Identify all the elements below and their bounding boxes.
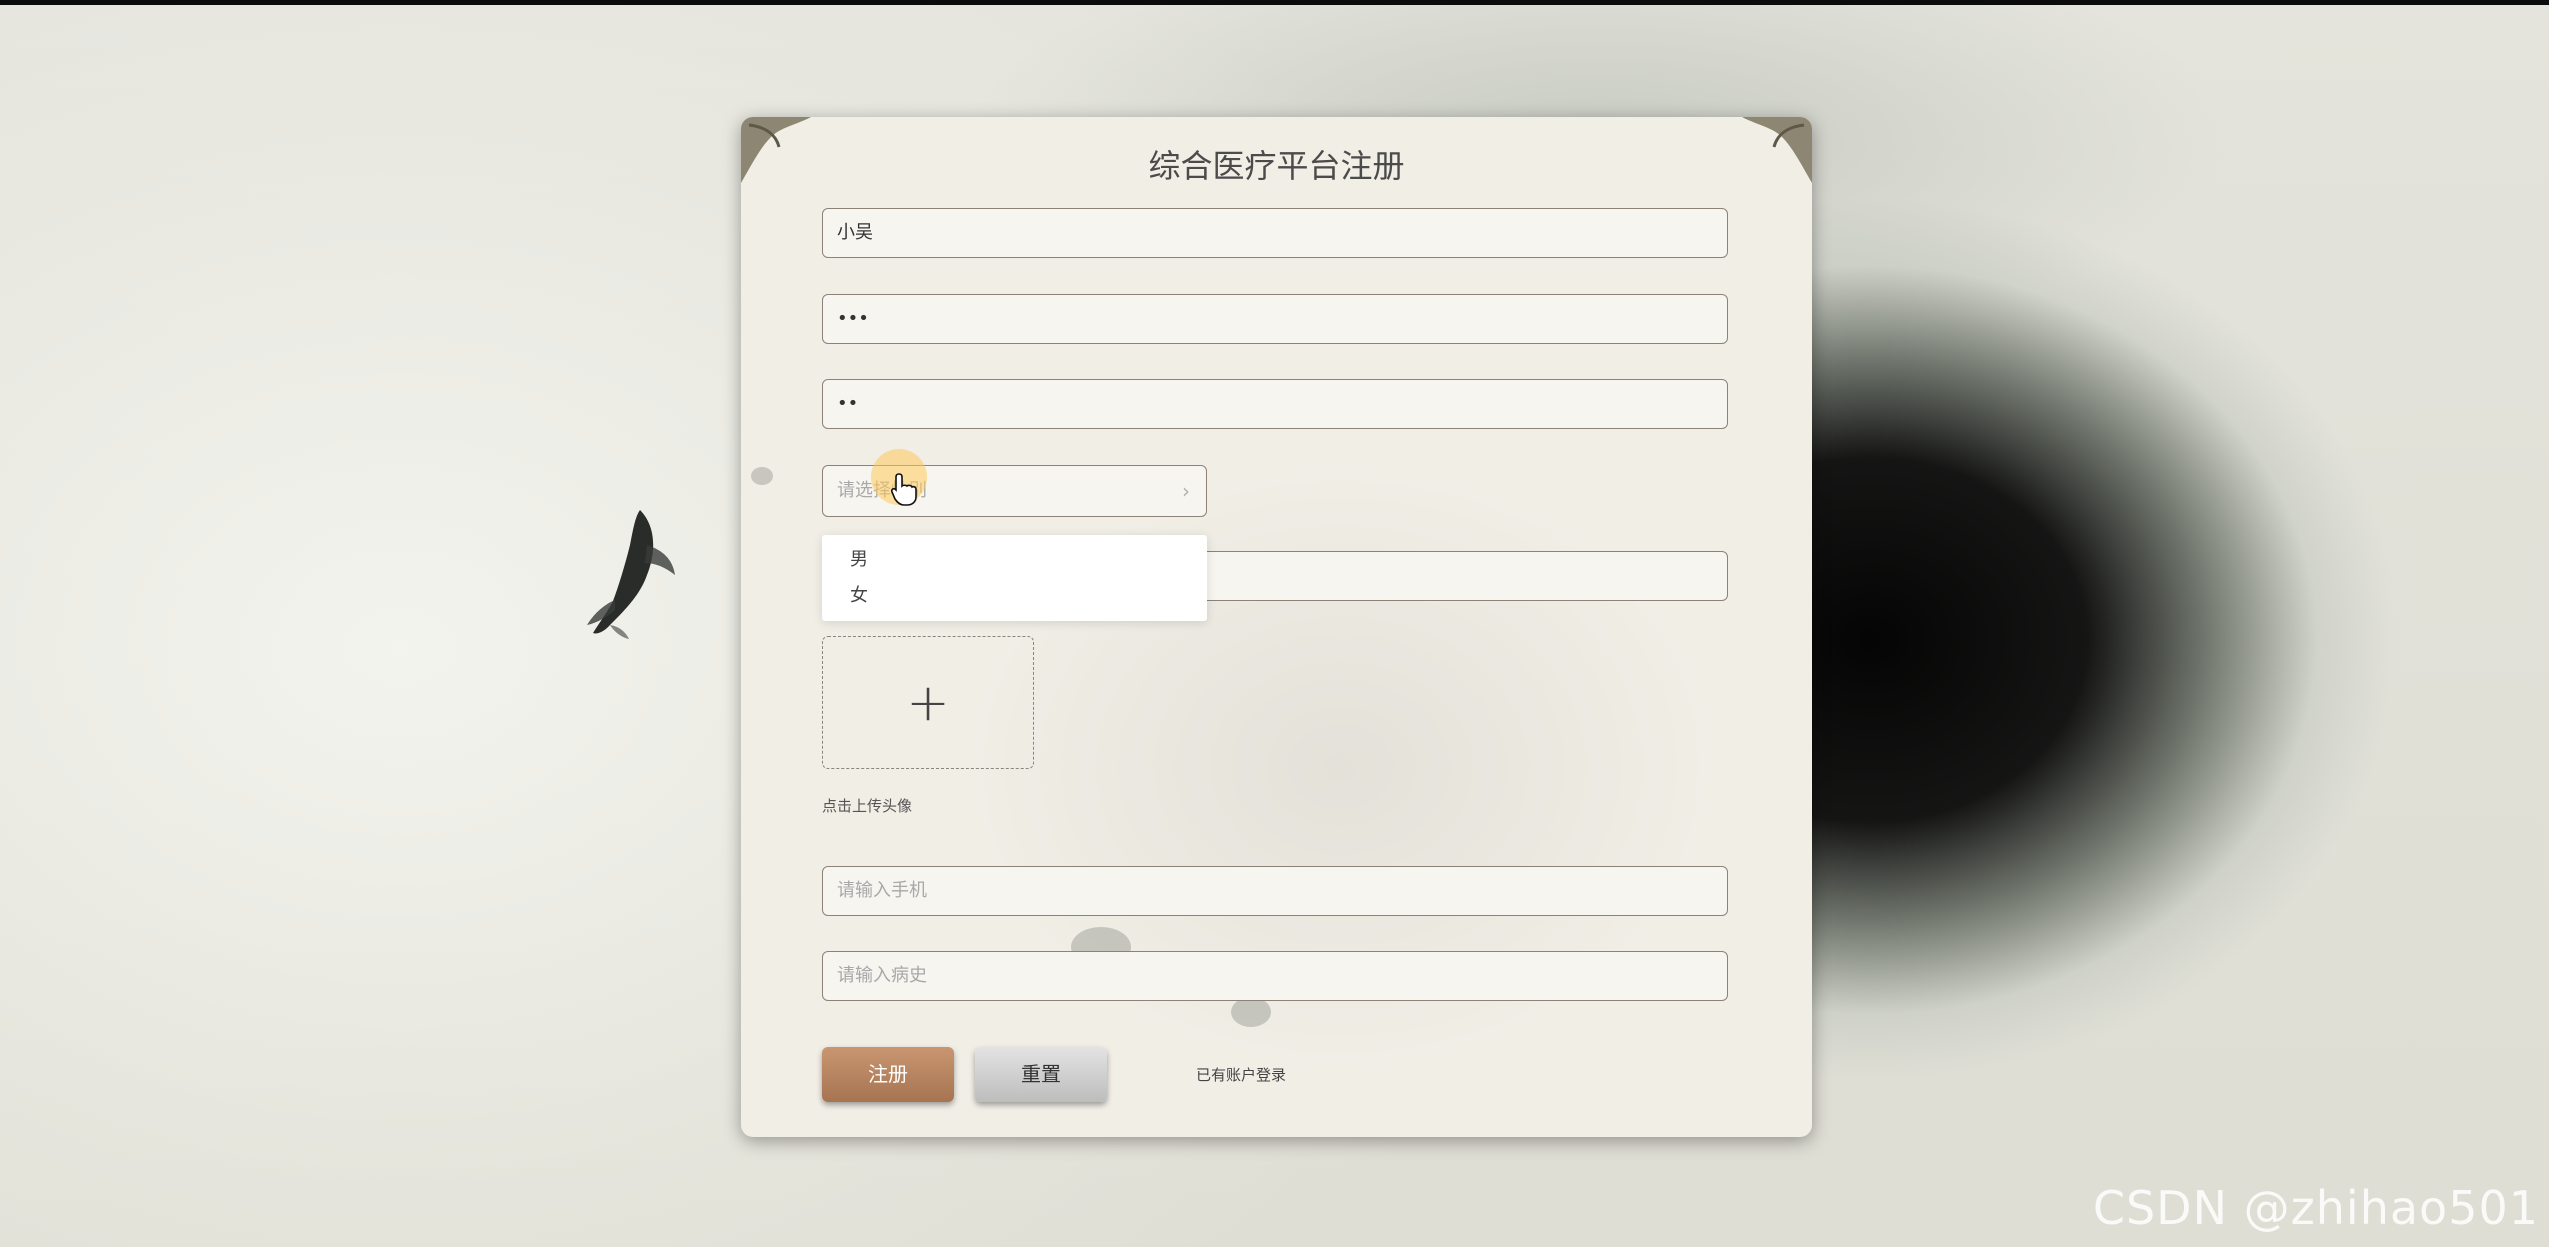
login-link[interactable]: 已有账户登录 <box>1196 1064 1286 1085</box>
csdn-watermark: CSDN @zhihao501 <box>2092 1181 2539 1235</box>
avatar-upload-box[interactable]: + <box>822 636 1034 769</box>
phone-input[interactable]: 请输入手机 <box>822 866 1728 916</box>
ink-splash <box>1231 997 1271 1027</box>
confirm-password-input[interactable]: •• <box>822 379 1728 429</box>
avatar-upload-label: 点击上传头像 <box>822 797 913 815</box>
window-top-bar <box>0 0 2549 5</box>
registration-card: 综合医疗平台注册 小吴 ••• •• 请输入年龄 请选择性别 › 男 女 + 点… <box>741 117 1812 1137</box>
hand-pointer-icon <box>891 473 917 506</box>
gender-dropdown: 男 女 <box>822 535 1207 621</box>
koi-fish-decoration <box>587 510 675 639</box>
password-input[interactable]: ••• <box>822 294 1728 344</box>
register-button[interactable]: 注册 <box>822 1047 954 1102</box>
ink-splash <box>751 467 773 485</box>
page-title: 综合医疗平台注册 <box>1148 147 1405 185</box>
gender-option-male[interactable]: 男 <box>850 545 868 571</box>
medical-history-input[interactable]: 请输入病史 <box>822 951 1728 1001</box>
gender-option-female[interactable]: 女 <box>850 581 868 607</box>
plus-icon: + <box>906 672 950 733</box>
username-input[interactable]: 小吴 <box>822 208 1728 258</box>
chevron-right-icon: › <box>1182 479 1190 503</box>
reset-button[interactable]: 重置 <box>975 1047 1107 1102</box>
